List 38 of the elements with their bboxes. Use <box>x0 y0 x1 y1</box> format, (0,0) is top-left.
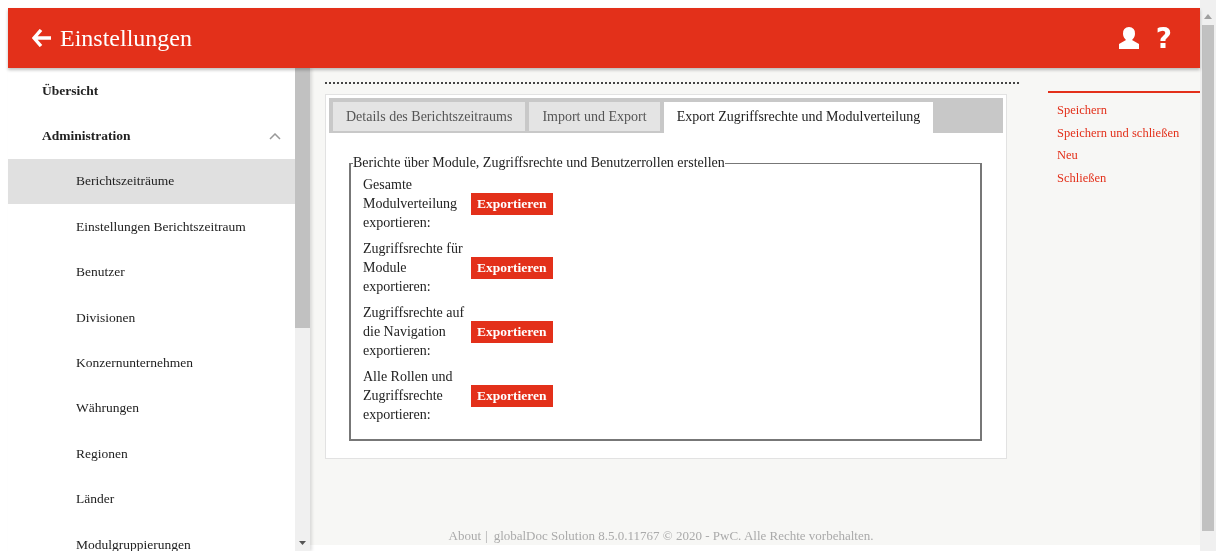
sidebar-item[interactable]: Einstellungen Berichtszeitraum <box>8 204 295 250</box>
field-label: Alle Rollen und Zugriffsrechte exportieren: <box>363 368 454 424</box>
sidebar-item[interactable]: Divisionen <box>8 294 295 341</box>
separator-text: | <box>485 528 488 544</box>
sidebar-item[interactable]: Übersicht <box>8 68 295 114</box>
chevron-up-icon[interactable] <box>269 132 281 140</box>
action-link[interactable]: Speichern <box>1057 99 1107 122</box>
sidebar-item[interactable]: Modulgruppierungen <box>8 521 295 551</box>
scroll-down-icon[interactable] <box>299 541 306 545</box>
field-label: Zugriffsrechte auf die Navigation exportieren: <box>363 304 466 360</box>
sidebar-item[interactable]: Länder <box>8 476 295 522</box>
sidebar-item[interactable]: Regionen <box>8 431 295 477</box>
scroll-up-icon[interactable] <box>1204 14 1212 19</box>
footer-text: globalDoc Solution 8.5.0.11767 © 2020 - PwC. Alle Rechte vorbehalten. <box>493 528 874 544</box>
export-button[interactable]: Exportieren <box>471 192 553 215</box>
help-button[interactable]: ? <box>1155 21 1172 55</box>
field-label: Zugriffsrechte für Module exportieren: <box>363 240 464 296</box>
action-link[interactable]: Schließen <box>1057 166 1107 189</box>
sidebar-scrollbar[interactable] <box>295 68 310 551</box>
action-link[interactable]: Neu <box>1057 144 1078 167</box>
user-icon[interactable] <box>1117 26 1140 50</box>
sidebar-item[interactable]: Konzernunternehmen <box>8 340 295 386</box>
sidebar-item[interactable]: Währungen <box>8 385 295 432</box>
page-scrollbar[interactable] <box>1200 0 1216 551</box>
tab[interactable]: Export Zugriffsrechte und Modulverteilung <box>663 102 934 133</box>
sidebar-item[interactable]: Berichtszeiträume <box>8 158 295 205</box>
page-title: Einstellungen <box>60 24 192 52</box>
sidebar-item[interactable]: Administration <box>8 113 295 159</box>
export-button[interactable]: Exportieren <box>471 384 553 407</box>
action-link[interactable]: Speichern und schließen <box>1057 121 1180 144</box>
back-arrow-icon[interactable] <box>32 29 52 47</box>
export-button[interactable]: Exportieren <box>471 256 553 279</box>
tab[interactable]: Import und Export <box>529 102 660 133</box>
export-button[interactable]: Exportieren <box>471 320 553 343</box>
fieldset-legend: Berichte über Module, Zugriffsrechte und Benutzerrollen erstellen <box>353 155 725 171</box>
field-label: Gesamte Modulverteilung exportieren: <box>363 176 459 232</box>
tab[interactable]: Details des Berichtszeitraums <box>333 102 526 133</box>
sidebar-item[interactable]: Benutzer <box>8 249 295 295</box>
